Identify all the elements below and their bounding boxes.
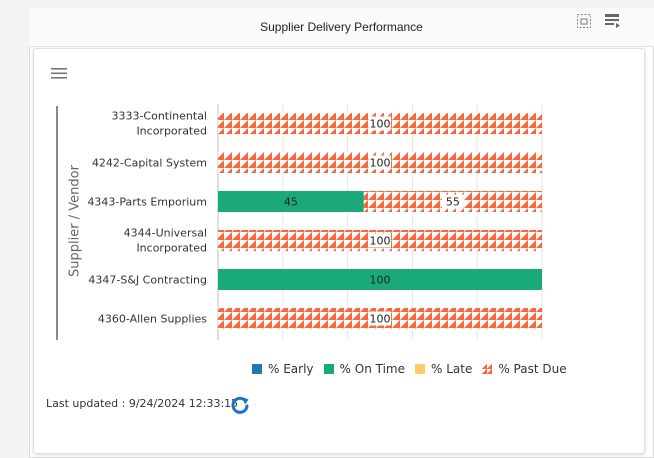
legend-label: % On Time — [339, 362, 405, 376]
legend-item[interactable]: % Past Due — [482, 362, 567, 376]
data-label: 100 — [370, 274, 391, 287]
legend-label: % Past Due — [498, 362, 567, 376]
legend-label: % Early — [268, 362, 314, 376]
legend-item[interactable]: % On Time — [323, 362, 405, 376]
data-label: 45 — [284, 196, 298, 209]
last-updated-text: Last updated : 9/24/2024 12:33:15 — [46, 397, 239, 410]
data-label: 100 — [370, 157, 391, 170]
category-label: 3333-Continental Incorporated — [111, 110, 207, 138]
legend-swatch — [482, 364, 493, 374]
data-label: 100 — [370, 118, 391, 131]
data-label: 100 — [370, 235, 391, 248]
legend-swatch — [323, 364, 334, 374]
legend-swatch — [414, 364, 425, 374]
category-label: 4347-S&J Contracting — [88, 274, 207, 287]
data-label: 55 — [446, 196, 460, 209]
legend-item[interactable]: % Late — [414, 362, 473, 376]
category-label: 4343-Parts Emporium — [87, 196, 207, 209]
data-label: 100 — [370, 313, 391, 326]
refresh-icon[interactable] — [229, 394, 251, 416]
legend-label: % Late — [430, 362, 473, 376]
bar-chart: 3333-Continental Incorporated 100 4242-Capi… — [87, 104, 543, 340]
legend-swatch — [252, 364, 262, 374]
chart-legend: % Early % On Time % Late % Past Due — [252, 362, 567, 376]
legend-item[interactable]: % Early — [252, 362, 314, 376]
category-label: 4360-Allen Supplies — [98, 313, 207, 326]
category-label: 4344-Universal Incorporated — [124, 227, 207, 255]
category-label: 4242-Capital System — [92, 157, 207, 170]
